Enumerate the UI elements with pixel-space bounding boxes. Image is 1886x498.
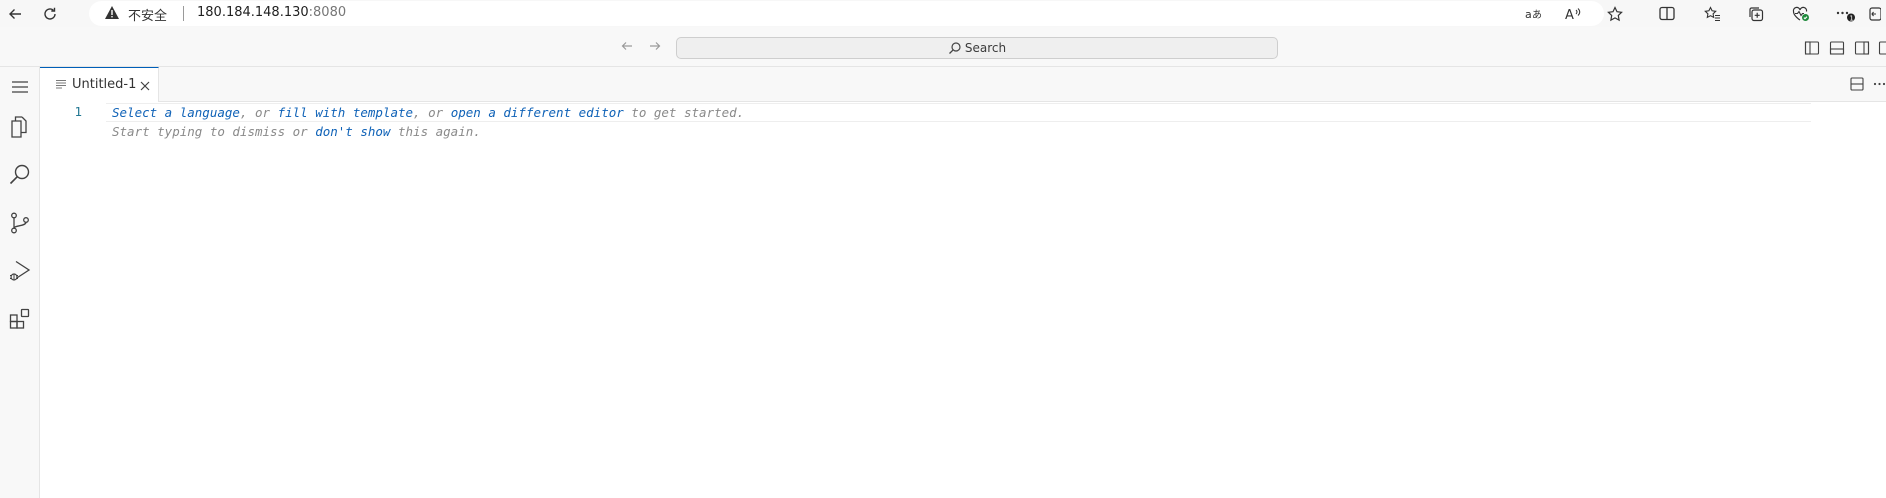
customize-layout-icon[interactable] [1878, 40, 1886, 56]
close-icon[interactable] [138, 79, 152, 93]
more-icon[interactable]: 1 [1831, 0, 1861, 27]
menu-icon[interactable] [0, 67, 40, 107]
tab-untitled-1[interactable]: Untitled-1 [40, 67, 159, 102]
vscode-title-bar: Search [0, 27, 1886, 67]
command-center-search[interactable]: Search [676, 37, 1278, 59]
fill-template-link[interactable]: fill with template [278, 105, 413, 120]
search-icon [948, 42, 961, 54]
tab-label: Untitled-1 [72, 77, 137, 92]
notification-badge: 1 [1849, 14, 1853, 22]
explorer-icon[interactable] [0, 107, 40, 147]
hint-tail: to get started. [623, 105, 745, 120]
line-number: 1 [74, 104, 82, 119]
dont-show-link[interactable]: don't show [315, 124, 390, 139]
extensions-icon[interactable] [1862, 0, 1886, 27]
back-icon[interactable] [0, 0, 30, 27]
open-different-editor-link[interactable]: open a different editor [451, 105, 624, 120]
read-aloud-icon[interactable]: A [1559, 0, 1589, 27]
select-language-link[interactable]: Select a language [112, 105, 240, 120]
read-aloud-language-icon[interactable]: aあ [1519, 0, 1549, 27]
toggle-panel-icon[interactable] [1829, 40, 1845, 56]
hint-separator: , or [413, 105, 451, 120]
source-control-icon[interactable] [0, 203, 40, 243]
forward-arrow-icon[interactable] [647, 38, 663, 54]
url-text[interactable]: 180.184.148.130:8080 [197, 5, 346, 20]
activity-bar [0, 67, 40, 498]
back-arrow-icon[interactable] [619, 38, 635, 54]
split-screen-icon[interactable] [1652, 0, 1682, 27]
toggle-primary-sidebar-icon[interactable] [1804, 40, 1820, 56]
svg-text:あ: あ [1532, 9, 1542, 21]
file-lines-icon [56, 80, 66, 89]
command-center-label: Search [964, 41, 1007, 55]
reload-icon[interactable] [35, 0, 65, 27]
hint-separator: , or [239, 105, 278, 120]
url-port: :8080 [308, 5, 347, 20]
run-and-debug-icon[interactable] [0, 251, 40, 291]
search-icon[interactable] [0, 155, 40, 195]
editor-hint-line-2: Start typing to dismiss or don't show th… [112, 124, 481, 139]
svg-text:A: A [1565, 8, 1574, 21]
editor-tab-strip: Untitled-1 [40, 67, 1886, 102]
svg-text:a: a [1525, 8, 1532, 21]
browser-toolbar: 不安全 180.184.148.130:8080 aあ A 1 [0, 0, 1886, 27]
browser-essentials-icon[interactable] [1786, 0, 1816, 27]
hint-start-typing: Start typing to dismiss or [112, 124, 316, 139]
url-host: 180.184.148.130 [197, 5, 309, 20]
warning-icon[interactable] [104, 5, 120, 24]
security-label[interactable]: 不安全 [128, 5, 167, 24]
favorite-star-icon[interactable] [1600, 0, 1630, 27]
extensions-icon[interactable] [0, 299, 40, 339]
editor-hint-line-1: Select a language, or fill with template… [112, 105, 744, 120]
favorites-icon[interactable] [1697, 0, 1727, 27]
editor-area[interactable]: 1 Select a language, or fill with templa… [40, 102, 1886, 498]
hint-tail: this again. [390, 124, 481, 139]
collections-icon[interactable] [1741, 0, 1771, 27]
toggle-secondary-sidebar-icon[interactable] [1854, 40, 1870, 56]
more-actions-icon[interactable] [1873, 76, 1886, 92]
split-editor-icon[interactable] [1849, 76, 1865, 92]
address-separator [183, 6, 184, 21]
